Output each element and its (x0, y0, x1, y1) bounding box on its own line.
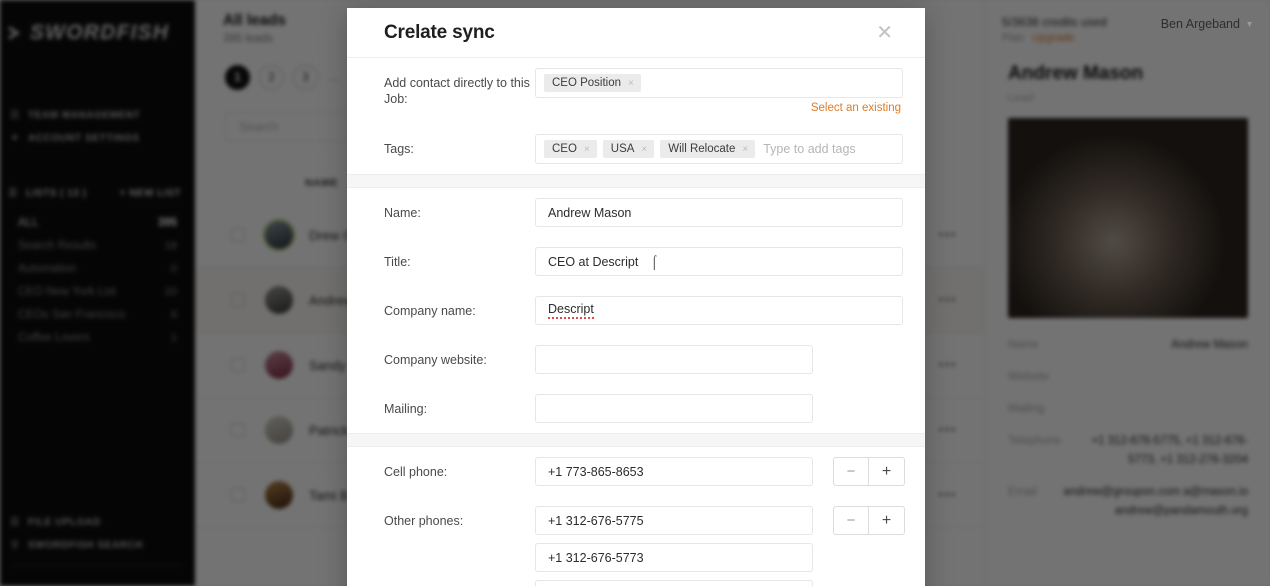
job-field-row: Add contact directly to this Job: CEO Po… (384, 58, 903, 124)
select-existing-link[interactable]: Select an existing (535, 98, 903, 114)
title-label: Title: (384, 255, 411, 269)
title-field-row: Title: CEO at Descript ⌠ (384, 237, 903, 286)
other-phones-field-row: Other phones: +1 312-676-5775 +1 312-676… (384, 496, 905, 586)
tags-control: CEO × USA × Will Relocate × Type to add … (535, 134, 903, 164)
close-icon[interactable]: × (628, 78, 634, 89)
job-chip[interactable]: CEO Position × (544, 74, 641, 92)
tags-field-row: Tags: CEO × USA × Will Relocate × Type t… (384, 124, 903, 174)
chevron-down-icon: ▾ (1246, 18, 1252, 30)
company-website-input[interactable] (535, 345, 813, 374)
user-menu[interactable]: Ben Argeband ▾ (1161, 17, 1252, 31)
name-label: Name: (384, 206, 421, 220)
modal-title: Crelate sync (384, 21, 495, 43)
remove-other-phone-button[interactable]: − (834, 507, 869, 534)
name-input[interactable]: Andrew Mason (535, 198, 903, 227)
tag-chip-label: CEO (552, 143, 577, 155)
job-label: Add contact directly to this Job: (384, 76, 530, 106)
basic-info-section: Name: Andrew Mason Title: CEO at Descrip… (347, 188, 925, 433)
job-chip-label: CEO Position (552, 77, 622, 89)
mailing-field-row: Mailing: (384, 384, 903, 433)
tags-placeholder: Type to add tags (763, 142, 856, 156)
cell-phone-inputs: +1 773-865-8653 (535, 457, 813, 486)
user-name: Ben Argeband (1160, 17, 1240, 31)
app-root: SWORDFISH ☶ TEAM MANAGEMENT ✦ ACCOUNT SE… (0, 0, 1270, 586)
other-phone-input[interactable]: +1 312-676-5773 (535, 543, 813, 572)
modal-body: Add contact directly to this Job: CEO Po… (347, 58, 925, 586)
close-icon[interactable]: × (584, 144, 590, 155)
tags-label: Tags: (384, 142, 414, 156)
job-input[interactable]: CEO Position × (535, 68, 903, 98)
name-value: Andrew Mason (548, 205, 632, 220)
tag-chip-label: USA (610, 143, 635, 155)
mailing-control (535, 394, 903, 423)
tag-chip[interactable]: Will Relocate × (660, 140, 756, 158)
cell-phone-value: +1 773-865-8653 (548, 464, 644, 479)
company-name-control: Descript (535, 296, 903, 325)
other-phone-value: +1 312-676-5773 (548, 550, 644, 565)
close-icon[interactable]: × (742, 144, 748, 155)
name-field-row: Name: Andrew Mason (384, 188, 903, 237)
mailing-label: Mailing: (384, 402, 428, 416)
section-divider (347, 174, 925, 188)
close-icon[interactable]: ✕ (870, 19, 899, 47)
modal-header: Crelate sync ✕ (347, 8, 925, 58)
company-name-input[interactable]: Descript (535, 296, 903, 325)
title-control: CEO at Descript ⌠ (535, 247, 903, 276)
tag-chip[interactable]: USA × (602, 140, 655, 158)
other-phone-input[interactable]: +1 312-676-5775 (535, 506, 813, 535)
other-phones-label: Other phones: (384, 514, 464, 528)
remove-cell-phone-button[interactable]: − (834, 458, 869, 485)
title-input[interactable]: CEO at Descript ⌠ (535, 247, 903, 276)
other-phones-stepper: − + (833, 506, 905, 535)
section-divider (347, 433, 925, 447)
company-website-field-row: Company website: (384, 335, 903, 384)
company-website-label: Company website: (384, 353, 487, 367)
name-control: Andrew Mason (535, 198, 903, 227)
job-control: CEO Position × Select an existing (535, 68, 903, 114)
mailing-input[interactable] (535, 394, 813, 423)
add-other-phone-button[interactable]: + (869, 507, 904, 534)
other-phone-input[interactable]: +1 312-276-3204 (535, 580, 813, 586)
cell-phone-control: +1 773-865-8653 − + (535, 457, 905, 486)
cell-phone-field-row: Cell phone: +1 773-865-8653 − + (384, 447, 905, 496)
company-name-value: Descript (548, 302, 594, 319)
tag-chip[interactable]: CEO × (544, 140, 597, 158)
tag-chip-label: Will Relocate (668, 143, 736, 155)
company-name-label: Company name: (384, 304, 476, 318)
cell-phone-input[interactable]: +1 773-865-8653 (535, 457, 813, 486)
text-cursor-icon: ⌠ (650, 253, 659, 269)
tags-input[interactable]: CEO × USA × Will Relocate × Type to add … (535, 134, 903, 164)
add-cell-phone-button[interactable]: + (869, 458, 904, 485)
other-phones-control: +1 312-676-5775 +1 312-676-5773 +1 312-2… (535, 506, 905, 586)
title-value: CEO at Descript (548, 254, 639, 269)
phones-section: Cell phone: +1 773-865-8653 − + Other ph… (347, 447, 925, 586)
crelate-sync-modal: Crelate sync ✕ Add contact directly to t… (347, 8, 925, 586)
other-phone-value: +1 312-676-5775 (548, 513, 644, 528)
close-icon[interactable]: × (641, 144, 647, 155)
cell-phone-label: Cell phone: (384, 465, 448, 479)
company-name-field-row: Company name: Descript (384, 286, 903, 335)
company-website-control (535, 345, 903, 374)
job-tags-section: Add contact directly to this Job: CEO Po… (347, 58, 925, 174)
other-phones-inputs: +1 312-676-5775 +1 312-676-5773 +1 312-2… (535, 506, 813, 586)
cell-phone-stepper: − + (833, 457, 905, 486)
